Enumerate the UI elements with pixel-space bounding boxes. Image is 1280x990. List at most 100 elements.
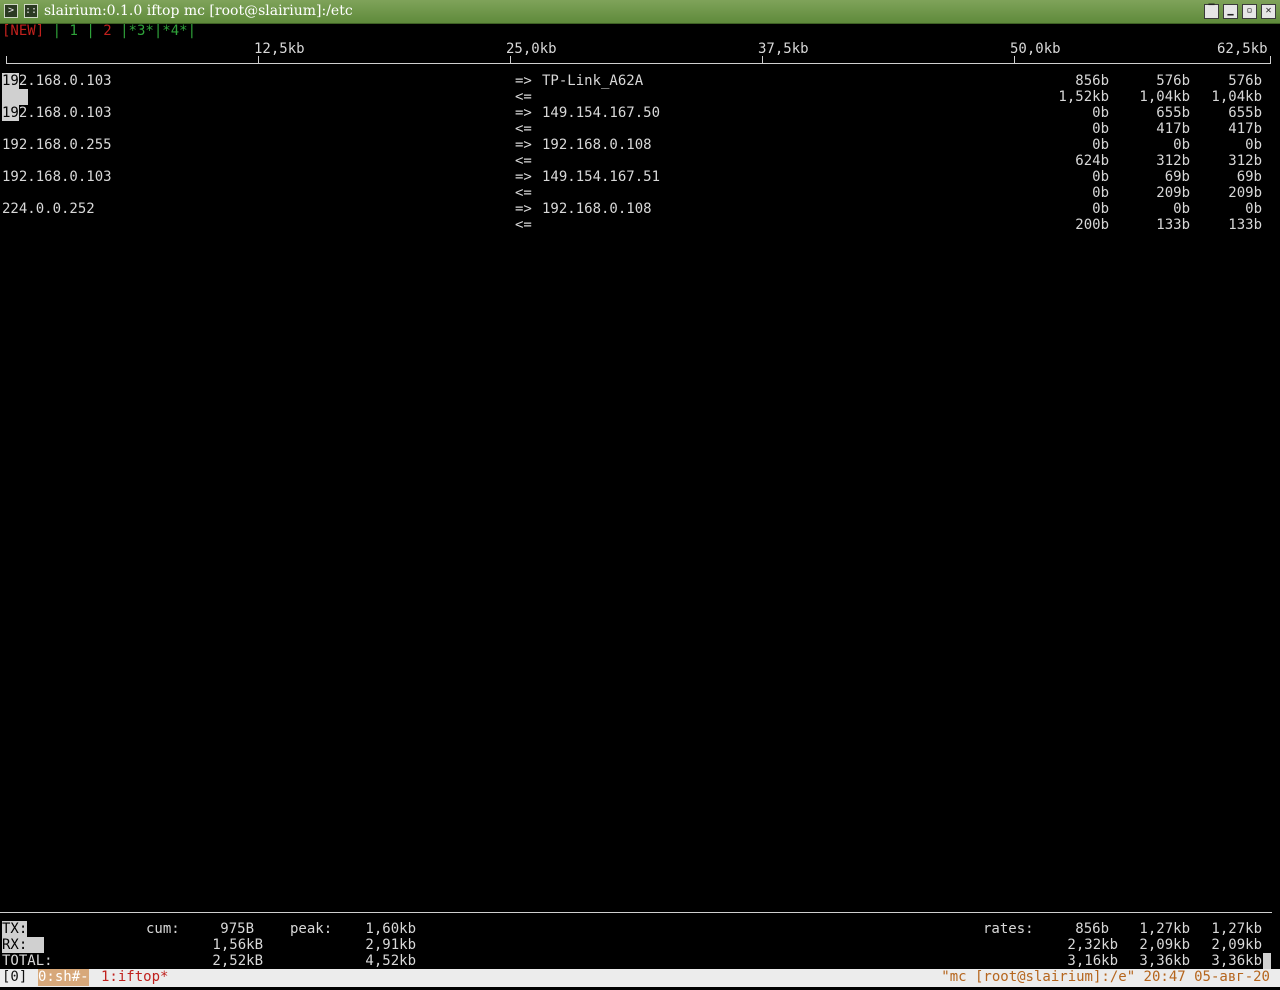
rx-rate: 1,52kb <box>1058 89 1109 105</box>
tab-line: [NEW] | 1 | 2 |*3*|*4*| <box>2 23 196 39</box>
direction-out: => <box>515 201 532 217</box>
total-cum: 2,52kB <box>212 953 263 969</box>
rx-peak: 2,91kb <box>365 937 416 953</box>
tab-1[interactable]: 1 <box>69 23 77 39</box>
rx-rate: 1,04kb <box>1211 89 1262 105</box>
tx-rate: 0b <box>1092 137 1109 153</box>
total-rate-10s: 3,36kb <box>1139 953 1190 969</box>
rx-cum: 1,56kB <box>212 937 263 953</box>
tx-rate: 69b <box>1236 169 1262 185</box>
tx-rate: 655b <box>1228 105 1262 121</box>
rx-rate: 417b <box>1156 121 1190 137</box>
cursor-block <box>1263 953 1271 969</box>
tx-rate: 0b <box>1173 201 1190 217</box>
totals-separator <box>0 912 1272 913</box>
rx-rate-10s: 2,09kb <box>1139 937 1190 953</box>
tx-rate: 0b <box>1092 201 1109 217</box>
rx-rate: 0b <box>1092 185 1109 201</box>
rx-rate-40s: 2,09kb <box>1211 937 1262 953</box>
menu-icon[interactable]: :: <box>24 4 38 18</box>
scale-label: 37,5kb <box>758 41 809 57</box>
rx-rate: 0b <box>1092 121 1109 137</box>
tx-rate: 0b <box>1092 105 1109 121</box>
tmux-status-bar: [0] 0:sh#- 1:iftop* "mc [root@slairium]:… <box>0 969 1280 987</box>
tx-cum: 975B <box>220 921 254 937</box>
tx-rate: 576b <box>1156 73 1190 89</box>
scale-label: 25,0kb <box>506 41 557 57</box>
rx-rate: 312b <box>1228 153 1262 169</box>
tx-rate-40s: 1,27kb <box>1211 921 1262 937</box>
selection-highlight <box>2 89 28 105</box>
connection-host: 192.168.0.255 <box>2 137 112 153</box>
direction-out: => <box>515 169 532 185</box>
window-0-tab[interactable]: 0:sh#- <box>38 969 89 986</box>
rx-rate: 200b <box>1075 217 1109 233</box>
scale-tick <box>6 56 7 64</box>
tx-rate: 576b <box>1228 73 1262 89</box>
close-icon[interactable]: ✕ <box>1261 4 1276 19</box>
connection-peer: 192.168.0.108 <box>542 137 652 153</box>
scale-label: 62,5kb <box>1217 41 1268 57</box>
bandwidth-scale-line <box>6 63 1271 64</box>
maximize-icon[interactable]: ▫ <box>1242 4 1257 19</box>
tx-rate: 69b <box>1164 169 1190 185</box>
tab-2[interactable]: 2 <box>103 23 111 39</box>
tx-label: TX: <box>2 921 28 937</box>
rx-rate: 624b <box>1075 153 1109 169</box>
tx-rate: 0b <box>1092 169 1109 185</box>
total-rate-40s: 3,36kb <box>1211 953 1262 969</box>
tab-new[interactable]: [NEW] <box>2 23 44 39</box>
direction-out: => <box>515 105 532 121</box>
rx-rate: 417b <box>1228 121 1262 137</box>
tx-rate: 0b <box>1245 137 1262 153</box>
tx-rate: 0b <box>1173 137 1190 153</box>
direction-in: <= <box>515 185 532 201</box>
iconify-icon[interactable]: ▁ <box>1223 4 1238 19</box>
rx-rate-2s: 2,32kb <box>1067 937 1118 953</box>
direction-in: <= <box>515 217 532 233</box>
total-rate-2s: 3,16kb <box>1067 953 1118 969</box>
cum-label: cum: <box>146 921 180 937</box>
scale-tick <box>1014 56 1015 64</box>
direction-out: => <box>515 73 532 89</box>
tab-4[interactable]: *4* <box>162 23 187 39</box>
tx-rate-2s: 856b <box>1075 921 1109 937</box>
rx-rate: 209b <box>1228 185 1262 201</box>
connection-peer: 149.154.167.50 <box>542 105 661 121</box>
window-titlebar[interactable]: > :: slairium:0.1.0 iftop mc [root@slair… <box>0 0 1280 24</box>
session-label[interactable]: [0] <box>2 969 27 986</box>
rx-rate: 209b <box>1156 185 1190 201</box>
rx-label: RX: <box>2 937 45 953</box>
scale-tick <box>762 56 763 64</box>
rates-label: rates: <box>983 921 1034 937</box>
connection-host: 192.168.0.103 <box>2 169 112 185</box>
terminal-icon[interactable]: > <box>4 4 18 18</box>
rx-rate: 312b <box>1156 153 1190 169</box>
tx-rate-10s: 1,27kb <box>1139 921 1190 937</box>
rx-rate: 133b <box>1156 217 1190 233</box>
minimize-icon[interactable]: ▔ <box>1204 4 1219 19</box>
scale-tick <box>1270 56 1271 64</box>
peak-label: peak: <box>290 921 333 937</box>
scale-label: 50,0kb <box>1010 41 1061 57</box>
tx-peak: 1,60kb <box>365 921 416 937</box>
total-peak: 4,52kb <box>365 953 416 969</box>
scale-tick <box>258 56 259 64</box>
connection-host: 224.0.0.252 <box>2 201 95 217</box>
direction-in: <= <box>515 89 532 105</box>
tx-rate: 856b <box>1075 73 1109 89</box>
selection-highlight <box>2 105 19 121</box>
scale-tick <box>510 56 511 64</box>
window-1-tab[interactable]: 1:iftop* <box>101 969 168 986</box>
window-title: slairium:0.1.0 iftop mc [root@slairium]:… <box>44 3 353 19</box>
tx-rate: 655b <box>1156 105 1190 121</box>
direction-in: <= <box>515 121 532 137</box>
tab-3[interactable]: *3* <box>129 23 154 39</box>
rx-rate: 133b <box>1228 217 1262 233</box>
direction-in: <= <box>515 153 532 169</box>
direction-out: => <box>515 137 532 153</box>
rx-rate: 1,04kb <box>1139 89 1190 105</box>
status-right: "mc [root@slairium]:/e" 20:47 05-авг-20 <box>941 969 1270 985</box>
scale-label: 12,5kb <box>254 41 305 57</box>
connection-peer: TP-Link_A62A <box>542 73 644 89</box>
